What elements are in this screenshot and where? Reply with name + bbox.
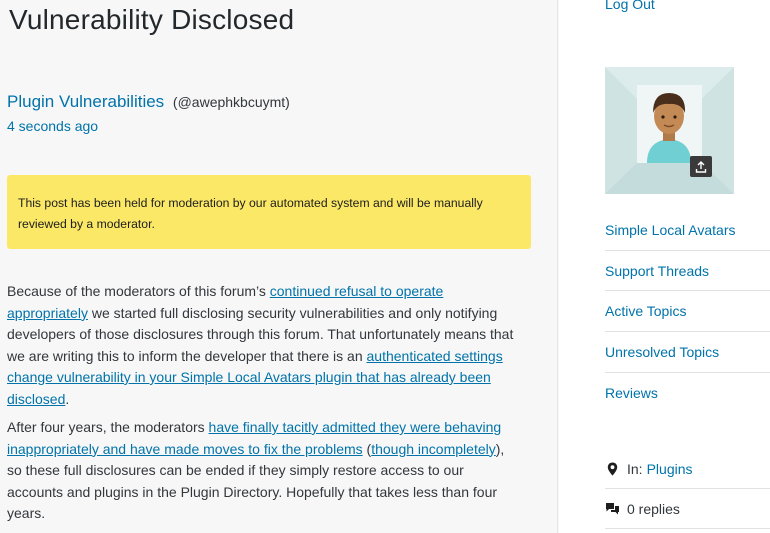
moderation-notice: This post has been held for moderation b…	[7, 175, 531, 249]
in-label: In:	[627, 460, 643, 477]
replies-count: 0 replies	[627, 500, 680, 517]
author-name-link[interactable]: Plugin Vulnerabilities	[7, 92, 164, 111]
p1-text-3: .	[65, 390, 70, 407]
post-time-link[interactable]: 4 seconds ago	[7, 118, 98, 134]
logout-link[interactable]: Log Out	[605, 0, 655, 12]
post-paragraph-2: After four years, the moderators have fi…	[7, 417, 522, 525]
author-handle: (@awephkbcuymt)	[172, 94, 290, 110]
post-content: Because of the moderators of this forum’…	[7, 281, 522, 532]
plugin-nav: Simple Local Avatars Support Threads Act…	[605, 210, 770, 413]
speech-bubbles-icon	[605, 502, 620, 515]
nav-reviews[interactable]: Reviews	[605, 373, 770, 414]
location-pin-icon	[605, 462, 620, 476]
nav-simple-local-avatars[interactable]: Simple Local Avatars	[605, 210, 770, 251]
nav-unresolved-topics[interactable]: Unresolved Topics	[605, 332, 770, 373]
page-title: Vulnerability Disclosed	[9, 4, 295, 35]
upload-icon	[695, 160, 707, 173]
nav-support-threads[interactable]: Support Threads	[605, 251, 770, 292]
incompletely-link[interactable]: though incompletely	[371, 441, 496, 457]
p2-text-2: (	[362, 440, 372, 457]
plugin-avatar[interactable]	[605, 67, 734, 194]
avatar-illustration	[605, 67, 734, 194]
topic-forum-row: In: Plugins	[605, 449, 770, 489]
p2-text-1: After four years, the moderators	[7, 419, 209, 435]
post-paragraph-1: Because of the moderators of this forum’…	[7, 281, 522, 410]
main-content: Vulnerability Disclosed Plugin Vulnerabi…	[0, 0, 558, 533]
upload-avatar-button[interactable]	[690, 156, 712, 177]
p1-text-1: Because of the moderators of this forum’…	[7, 283, 270, 299]
topic-replies-row: 0 replies	[605, 489, 770, 529]
post-author: Plugin Vulnerabilities (@awephkbcuymt)	[7, 92, 290, 112]
sidebar: Log Out Simple Local Avatars Support Thr…	[559, 0, 770, 533]
plugins-link[interactable]: Plugins	[647, 461, 693, 477]
topic-meta: In: Plugins 0 replies	[605, 449, 770, 529]
nav-active-topics[interactable]: Active Topics	[605, 291, 770, 333]
